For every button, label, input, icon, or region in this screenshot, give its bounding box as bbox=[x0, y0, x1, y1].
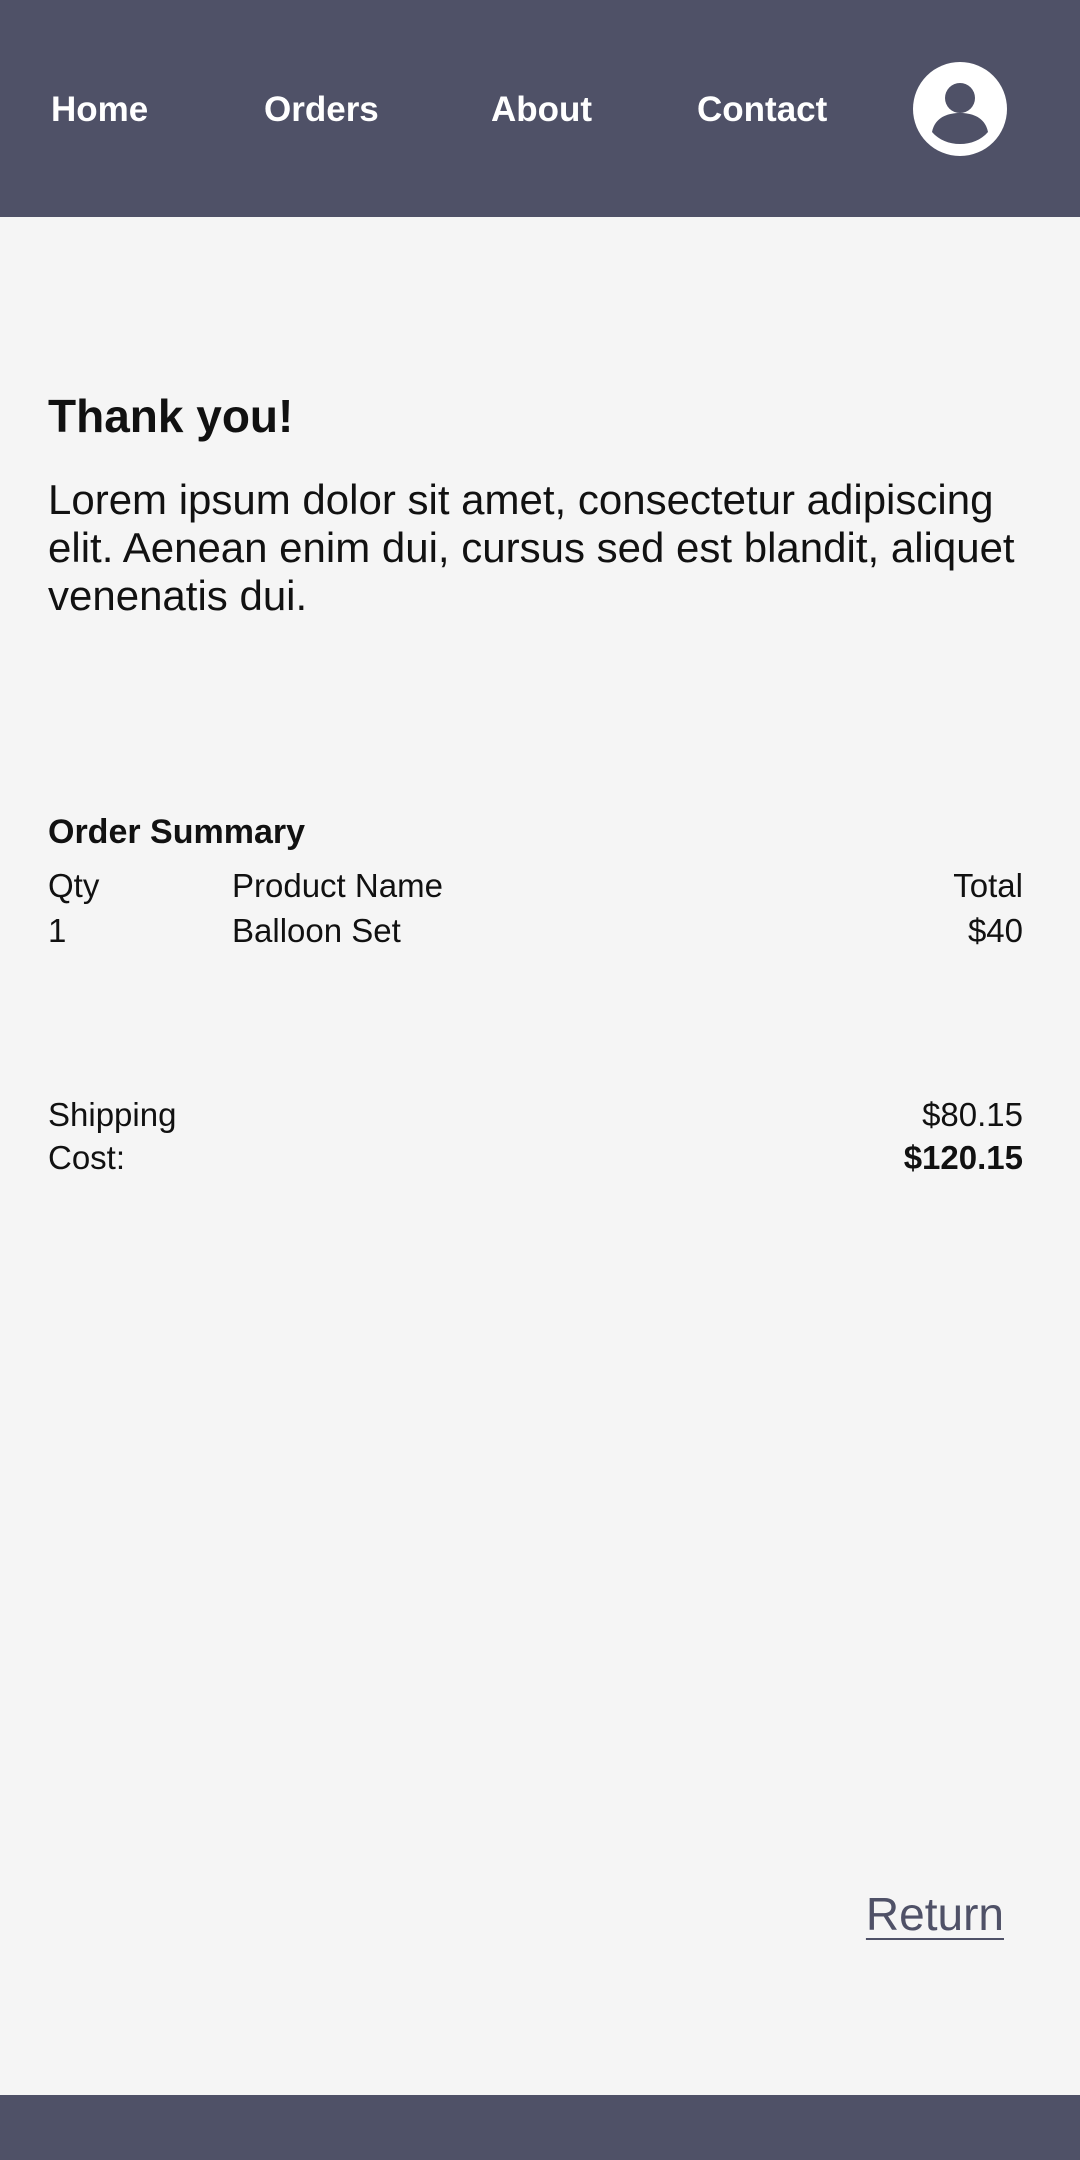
top-nav-bar: Home Orders About Contact bbox=[0, 0, 1080, 217]
user-avatar-icon[interactable] bbox=[913, 62, 1007, 156]
table-header-row: Qty Product Name Total bbox=[48, 863, 1023, 909]
cost-label: Cost: bbox=[48, 1139, 126, 1176]
cost-row: Cost: $120.15 bbox=[48, 1136, 1023, 1180]
page-title: Thank you! bbox=[48, 390, 294, 442]
return-link[interactable]: Return bbox=[866, 1886, 1004, 1942]
column-header-product-name: Product Name bbox=[232, 867, 443, 904]
shipping-row: Shipping $80.15 bbox=[48, 1093, 1023, 1137]
row-total: $40 bbox=[967, 912, 1023, 949]
nav-item-orders[interactable]: Orders bbox=[264, 86, 379, 134]
thank-you-message: Lorem ipsum dolor sit amet, consectetur … bbox=[48, 476, 1015, 619]
footer-bar bbox=[0, 2095, 1080, 2160]
order-summary-title: Order Summary bbox=[48, 813, 305, 851]
shipping-label: Shipping bbox=[48, 1096, 177, 1133]
row-qty: 1 bbox=[48, 912, 67, 949]
row-product-name: Balloon Set bbox=[232, 912, 401, 949]
table-row: 1 Balloon Set $40 bbox=[48, 908, 1023, 954]
column-header-total: Total bbox=[953, 867, 1023, 904]
cost-value: $120.15 bbox=[903, 1139, 1023, 1176]
nav-item-contact[interactable]: Contact bbox=[697, 86, 827, 134]
column-header-qty: Qty bbox=[48, 867, 100, 904]
shipping-value: $80.15 bbox=[922, 1096, 1023, 1133]
nav-item-home[interactable]: Home bbox=[51, 86, 148, 134]
nav-item-about[interactable]: About bbox=[491, 86, 592, 134]
